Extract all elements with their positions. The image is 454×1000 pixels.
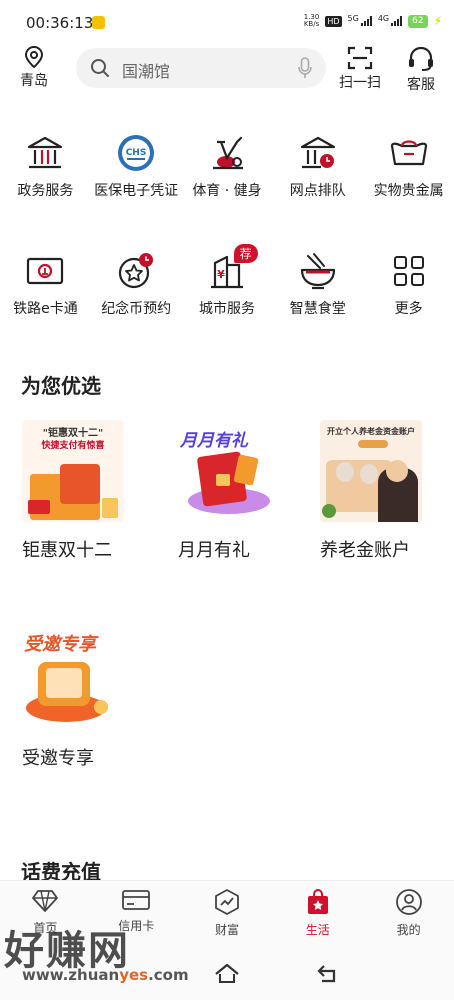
location-label: 青岛	[20, 73, 48, 89]
coin-reservation-icon	[119, 253, 154, 289]
notification-app-icon	[92, 16, 105, 29]
tab-label: 生活	[305, 923, 330, 937]
promo-card-monthly-gift[interactable]: 月月有礼 月月有礼	[178, 420, 288, 562]
services-row-1: 政务服务 CHS 医保电子凭证 体育 · 健身 网点排队 实物贵金属	[0, 130, 454, 200]
promo-banner-double12: "钜惠双十二" 快捷支付有惊喜	[22, 420, 124, 522]
service-label: 体育 · 健身	[192, 183, 262, 199]
recommend-badge: 荐	[233, 244, 258, 263]
government-icon	[28, 136, 63, 169]
signal-icon	[360, 16, 372, 26]
tab-wealth[interactable]: 财富	[182, 881, 273, 950]
service-canteen[interactable]: 智慧食堂	[272, 248, 363, 318]
service-label: 智慧食堂	[289, 301, 346, 317]
headset-icon	[409, 46, 433, 71]
promo-card-invited[interactable]: 受邀专享 受邀专享	[22, 628, 132, 770]
location-selector[interactable]: 青岛	[14, 46, 54, 90]
service-label: 城市服务	[198, 301, 255, 317]
diamond-icon	[32, 890, 59, 912]
promo-caption: 月月有礼	[178, 540, 250, 561]
promo-banner-invited: 受邀专享	[22, 628, 124, 730]
service-fitness[interactable]: 体育 · 健身	[182, 130, 273, 200]
promo-banner-monthly-gift: 月月有礼	[178, 420, 280, 522]
status-time: 00:36:13	[26, 14, 94, 32]
service-label: 医保电子凭证	[94, 183, 179, 199]
watermark-url: www.zhuanyes.com	[22, 966, 189, 984]
service-railway-card[interactable]: 铁路e卡通	[0, 248, 91, 318]
net-5g: 5G	[347, 13, 359, 23]
more-grid-icon	[393, 256, 424, 286]
medical-insurance-icon: CHS	[118, 135, 155, 171]
profile-icon	[395, 889, 422, 915]
service-label: 客服	[407, 77, 435, 93]
card-icon	[122, 890, 151, 910]
services-row-2: 铁路e卡通 纪念币预约 荐 ¥ 城市服务 智慧食堂 更多	[0, 244, 454, 318]
tab-mine[interactable]: 我的	[363, 881, 454, 950]
svg-text:CHS: CHS	[126, 148, 147, 158]
search-bar[interactable]: 国潮馆	[76, 48, 326, 88]
net-4g: 4G	[377, 13, 390, 23]
canteen-bowl-icon	[300, 253, 335, 290]
signal-icon	[391, 16, 403, 26]
scan-button[interactable]: 扫一扫	[336, 46, 384, 92]
tab-label: 我的	[396, 923, 421, 937]
charging-icon: ⚡	[433, 14, 442, 28]
branch-queue-icon	[300, 136, 335, 169]
scan-icon	[347, 46, 373, 70]
home-icon[interactable]	[214, 962, 240, 984]
scan-label: 扫一扫	[339, 75, 381, 91]
service-label: 网点排队	[289, 183, 346, 199]
status-indicators: 1.30 KB/s HD 5G 4G 62 ⚡	[303, 13, 442, 29]
customer-service-button[interactable]: 客服	[397, 46, 445, 94]
service-coin-reservation[interactable]: 纪念币预约	[91, 248, 182, 318]
service-label: 实物贵金属	[373, 183, 444, 199]
promo-caption: 钜惠双十二	[22, 540, 112, 561]
gold-ingot-icon	[390, 140, 427, 166]
status-bar: 00:36:13 1.30 KB/s HD 5G 4G 62 ⚡	[0, 0, 454, 40]
section-title-recommend: 为您优选	[21, 374, 101, 398]
service-city[interactable]: 荐 ¥ 城市服务	[182, 244, 273, 318]
search-placeholder: 国潮馆	[122, 62, 171, 81]
battery-icon: 62	[408, 14, 428, 28]
promo-card-pension[interactable]: 开立个人养老金资金账户 养老金账户	[320, 420, 430, 562]
service-precious-metal[interactable]: 实物贵金属	[363, 130, 454, 200]
svg-text:¥: ¥	[217, 268, 225, 281]
back-icon[interactable]	[316, 962, 340, 984]
fitness-bike-icon	[212, 136, 243, 170]
promo-caption: 养老金账户	[320, 540, 410, 561]
net-speed: 1.30 KB/s	[303, 13, 320, 28]
service-more[interactable]: 更多	[363, 248, 454, 318]
wealth-icon	[215, 889, 239, 915]
location-pin-icon	[24, 46, 44, 68]
service-government[interactable]: 政务服务	[0, 130, 91, 200]
life-bag-icon	[307, 889, 328, 914]
hd-icon: HD	[325, 15, 342, 27]
service-branch-queue[interactable]: 网点排队	[272, 130, 363, 200]
tab-label: 财富	[214, 923, 239, 937]
service-medical-insurance[interactable]: CHS 医保电子凭证	[91, 130, 182, 200]
search-icon	[91, 59, 109, 77]
service-label: 政务服务	[17, 183, 74, 199]
service-label: 更多	[394, 301, 423, 317]
railway-card-icon	[27, 257, 64, 285]
microphone-icon[interactable]	[298, 57, 312, 79]
service-label: 铁路e卡通	[13, 301, 78, 317]
promo-card-double12[interactable]: "钜惠双十二" 快捷支付有惊喜 钜惠双十二	[22, 420, 132, 562]
promo-banner-pension: 开立个人养老金资金账户	[320, 420, 422, 522]
promo-caption: 受邀专享	[22, 748, 94, 769]
service-label: 纪念币预约	[101, 301, 172, 317]
tab-life[interactable]: 生活	[272, 881, 363, 950]
